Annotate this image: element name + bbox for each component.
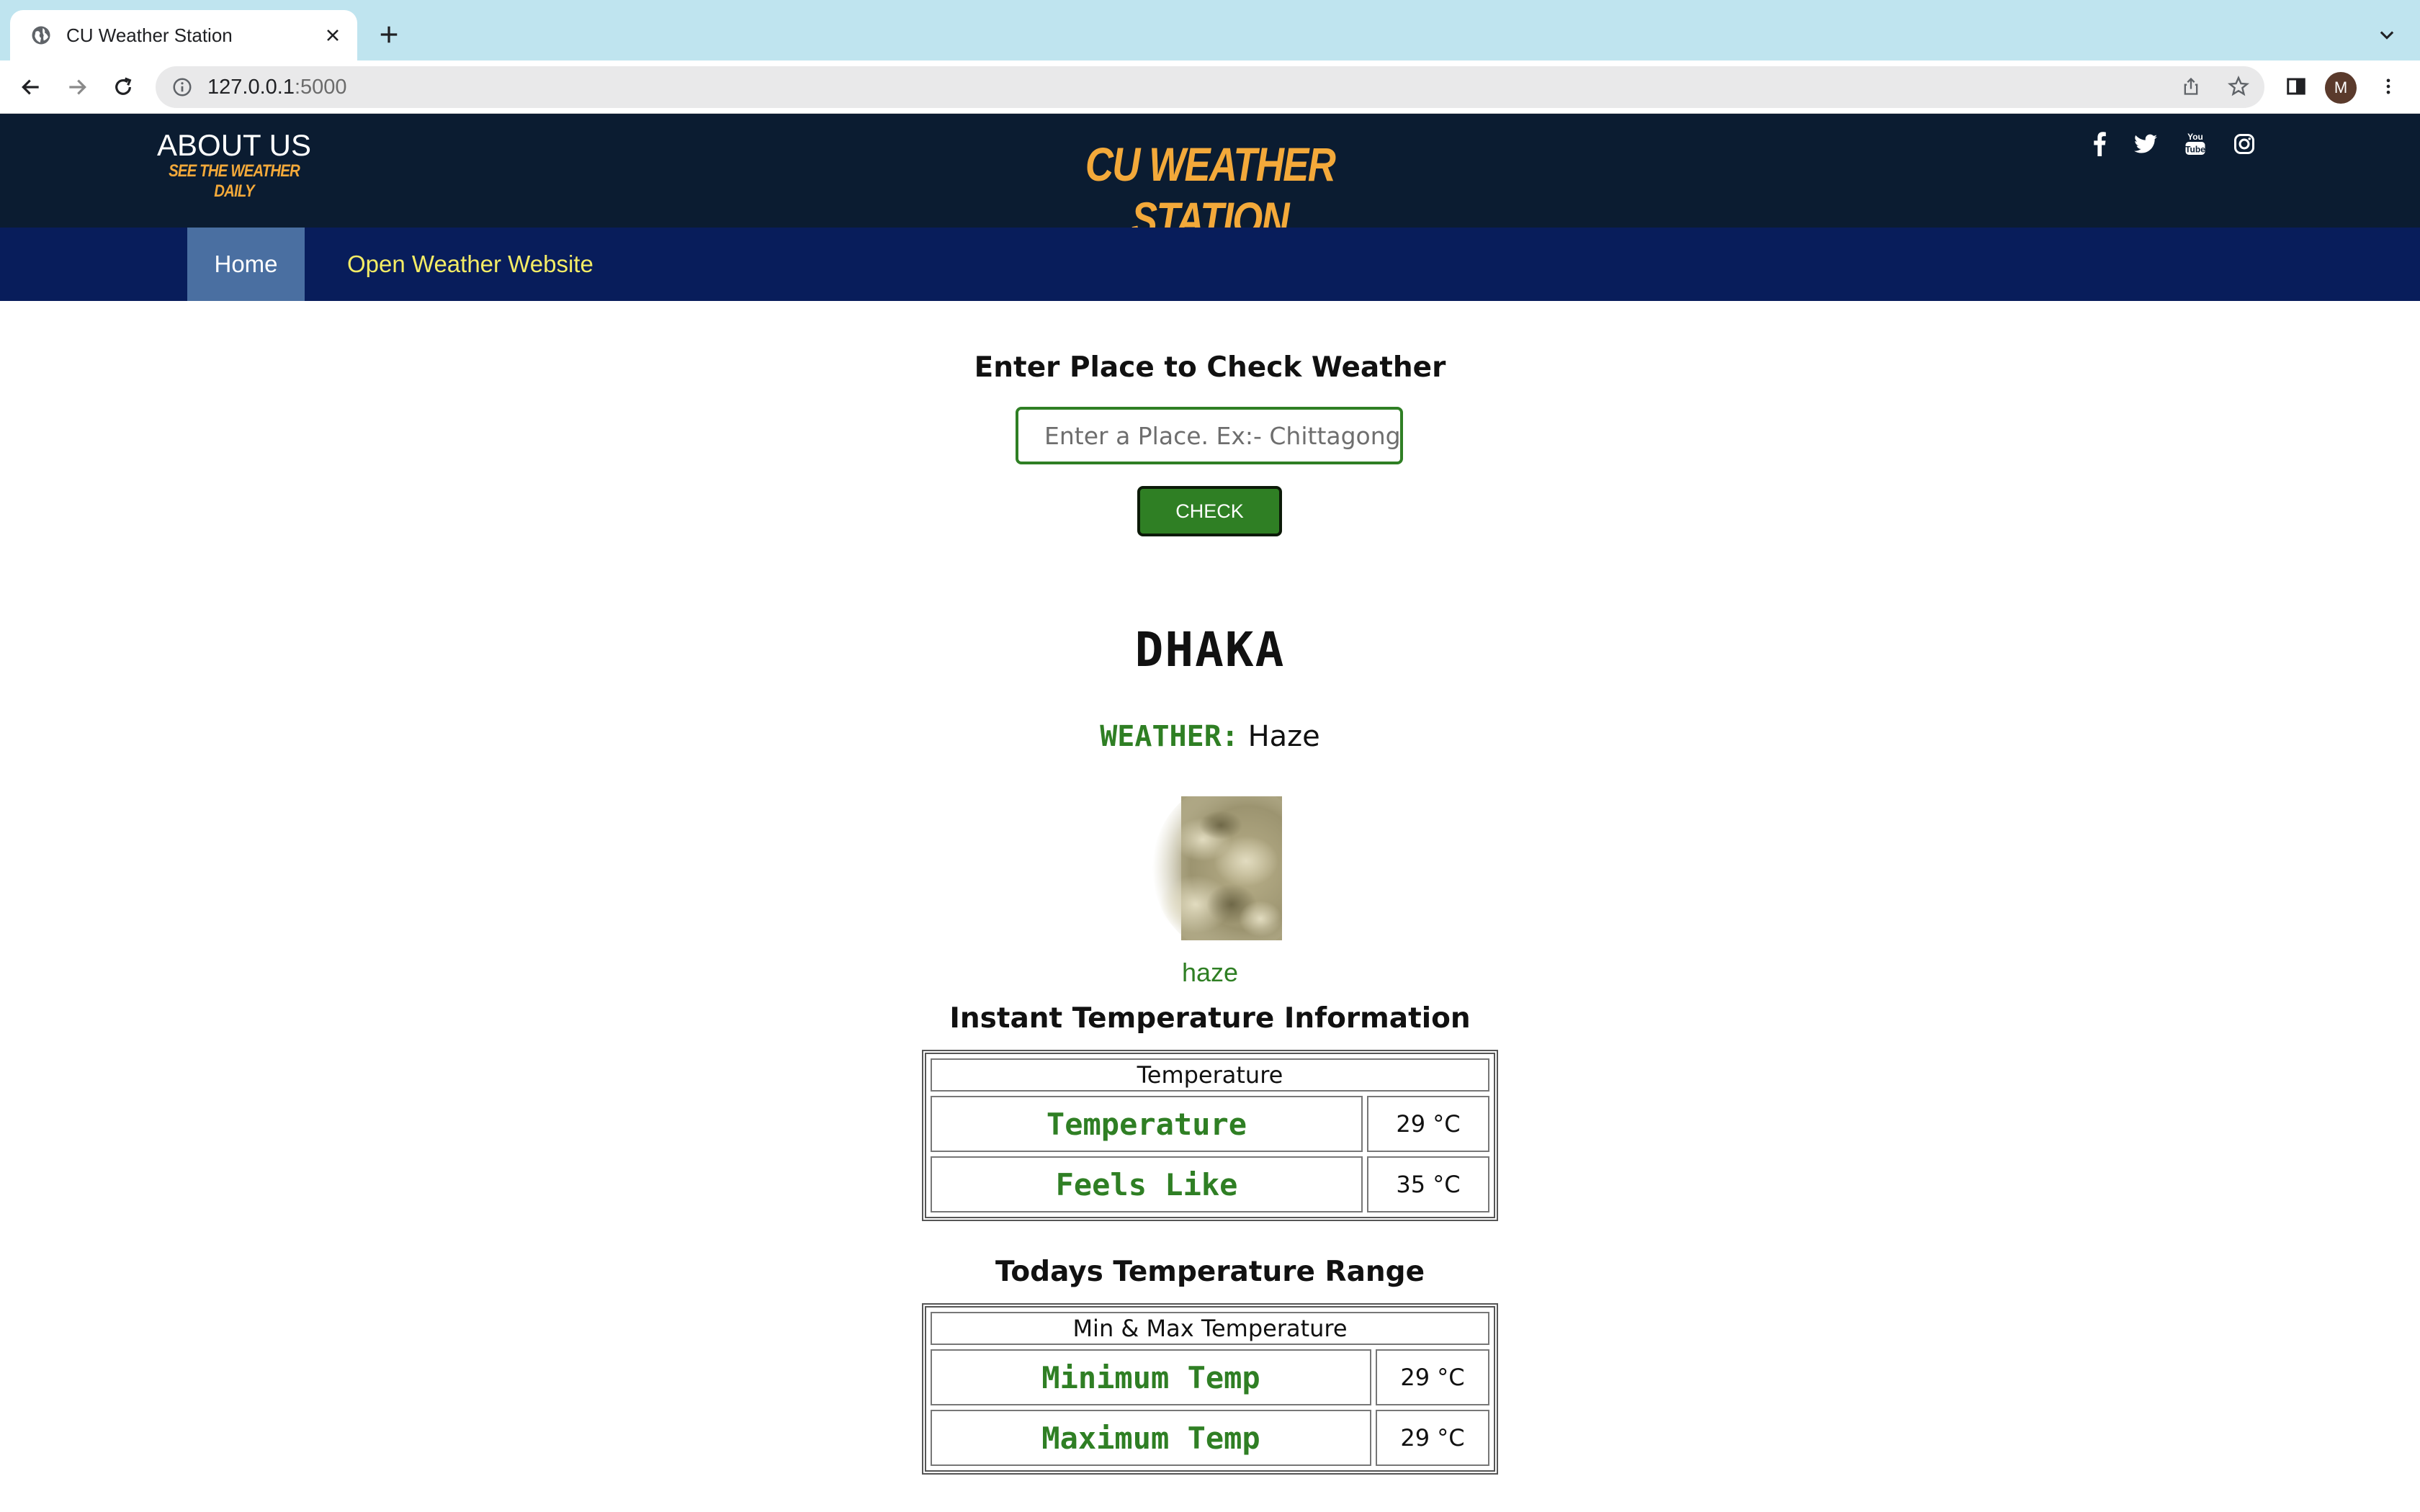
bookmark-star-icon[interactable]	[2223, 71, 2254, 102]
about-us-title[interactable]: ABOUT US	[144, 128, 324, 163]
minimum-temp-value: 29 °C	[1376, 1349, 1489, 1405]
instagram-icon[interactable]	[2230, 130, 2259, 158]
temperature-range-title: Todays Temperature Range	[995, 1256, 1425, 1288]
forward-arrow-icon[interactable]	[60, 71, 94, 104]
feels-like-label: Feels Like	[931, 1156, 1363, 1212]
about-us-subtitle: SEE THE WEATHER DAILY	[169, 161, 300, 201]
browser-tabstrip: CU Weather Station	[0, 0, 2420, 60]
weather-icon-caption: haze	[1181, 958, 1239, 987]
svg-text:You: You	[2187, 132, 2203, 142]
weather-condition: WEATHER: Haze	[0, 720, 2420, 753]
weather-value: Haze	[1247, 720, 1320, 753]
youtube-icon[interactable]: You Tube	[2181, 130, 2210, 158]
url-text: 127.0.0.1:5000	[207, 75, 347, 99]
back-arrow-icon[interactable]	[14, 71, 48, 104]
nav-open-weather-link[interactable]: Open Weather Website	[347, 228, 593, 301]
place-search-input[interactable]	[1016, 407, 1403, 464]
browser-toolbar: 127.0.0.1:5000 M	[0, 60, 2420, 114]
feels-like-value: 35 °C	[1367, 1156, 1489, 1212]
maximum-temp-value: 29 °C	[1376, 1410, 1489, 1466]
tab-title: CU Weather Station	[66, 24, 233, 46]
reload-icon[interactable]	[107, 71, 140, 104]
site-navbar: Home Open Weather Website	[0, 228, 2420, 301]
table-row: Feels Like 35 °C	[931, 1156, 1489, 1212]
about-us-block[interactable]: ABOUT US SEE THE WEATHER DAILY	[144, 128, 324, 202]
site-header: ABOUT US SEE THE WEATHER DAILY CU WEATHE…	[0, 114, 2420, 246]
twitter-icon[interactable]	[2131, 130, 2160, 158]
svg-text:Tube: Tube	[2185, 144, 2205, 154]
weather-label: WEATHER:	[1100, 720, 1239, 753]
table-row: Minimum Temp 29 °C	[931, 1349, 1489, 1405]
instant-temperature-table: Temperature Temperature 29 °C Feels Like…	[922, 1050, 1498, 1221]
city-name: DHAKA	[1134, 622, 1286, 678]
table-row: Maximum Temp 29 °C	[931, 1410, 1489, 1466]
side-panel-icon[interactable]	[2280, 71, 2312, 102]
instant-temperature-title: Instant Temperature Information	[949, 1002, 1471, 1035]
facebook-icon[interactable]	[2085, 130, 2114, 158]
more-menu-icon[interactable]	[2372, 71, 2404, 102]
profile-avatar[interactable]: M	[2325, 72, 2357, 104]
share-icon[interactable]	[2175, 71, 2207, 102]
haze-weather-icon	[1152, 796, 1282, 940]
temperature-label: Temperature	[931, 1096, 1363, 1152]
browser-tab[interactable]: CU Weather Station	[10, 10, 357, 60]
chevron-down-icon[interactable]	[2374, 22, 2400, 48]
table-caption: Temperature	[931, 1058, 1489, 1092]
address-bar[interactable]: 127.0.0.1:5000	[156, 66, 2264, 108]
maximum-temp-label: Maximum Temp	[931, 1410, 1371, 1466]
minimum-temp-label: Minimum Temp	[931, 1349, 1371, 1405]
new-tab-icon[interactable]	[375, 20, 403, 49]
nav-home-link[interactable]: Home	[187, 228, 305, 301]
search-heading: Enter Place to Check Weather	[974, 351, 1446, 384]
close-tab-icon[interactable]	[318, 21, 347, 50]
table-caption: Min & Max Temperature	[931, 1312, 1489, 1345]
check-button[interactable]: CHECK	[1137, 486, 1282, 536]
temperature-range-table: Min & Max Temperature Minimum Temp 29 °C…	[922, 1303, 1498, 1475]
globe-icon	[32, 26, 50, 45]
temperature-value: 29 °C	[1367, 1096, 1489, 1152]
table-row: Temperature 29 °C	[931, 1096, 1489, 1152]
site-info-icon[interactable]	[171, 76, 193, 98]
